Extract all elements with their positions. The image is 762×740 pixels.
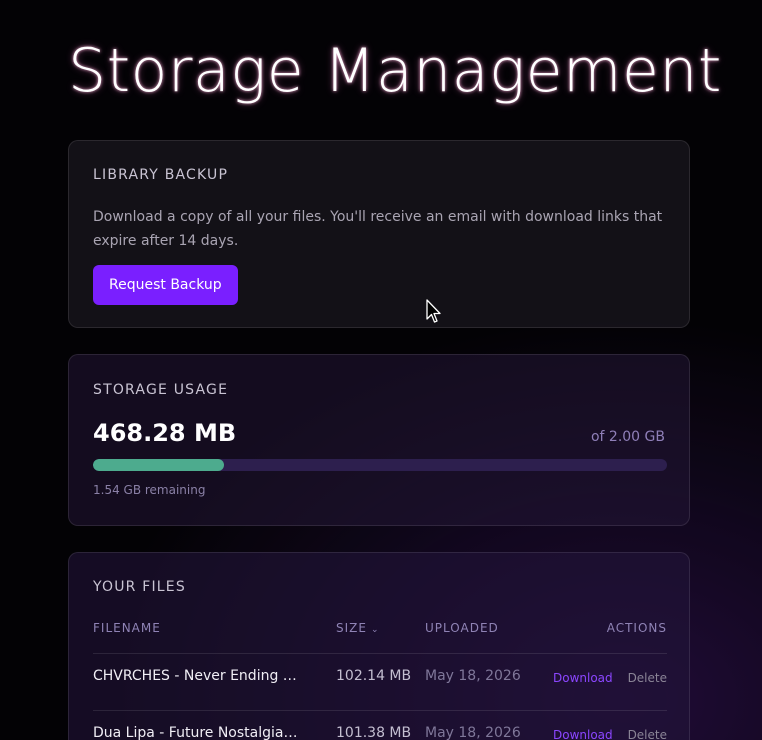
delete-link[interactable]: Delete [628,671,667,685]
file-name: Dua Lipa - Future Nostalgia.... [93,725,298,740]
storage-usage-heading: STORAGE USAGE [93,382,229,398]
table-row: CHVRCHES - Never Ending Cir... 102.14 MB… [93,654,667,711]
storage-progress-bar [93,459,667,471]
column-header-size-label: SIZE [336,621,367,635]
column-header-actions: ACTIONS [606,621,667,635]
storage-total: of 2.00 GB [590,429,665,445]
column-header-filename[interactable]: FILENAME [93,621,161,635]
column-header-size[interactable]: SIZE ⌄ [336,621,380,635]
page-title: Storage Management [68,36,722,106]
library-backup-heading: LIBRARY BACKUP [93,167,229,183]
download-link[interactable]: Download [553,728,613,740]
files-table-header: FILENAME SIZE ⌄ UPLOADED ACTIONS [93,613,667,654]
delete-link[interactable]: Delete [628,728,667,740]
library-backup-card: LIBRARY BACKUP Download a copy of all yo… [68,140,690,328]
file-size: 102.14 MB [336,668,412,684]
storage-remaining: 1.54 GB remaining [93,483,206,497]
files-table: FILENAME SIZE ⌄ UPLOADED ACTIONS CHVRCHES… [93,613,667,740]
storage-used-amount: 468.28 MB [93,419,237,447]
your-files-card: YOUR FILES FILENAME SIZE ⌄ UPLOADED ACTIO… [68,552,690,740]
storage-usage-card: STORAGE USAGE 468.28 MB of 2.00 GB 1.54 … [68,354,690,526]
download-link[interactable]: Download [553,671,613,685]
mouse-pointer-icon [426,299,441,323]
chevron-down-icon: ⌄ [370,625,380,635]
backup-description: Download a copy of all your files. You'l… [93,209,663,249]
column-header-uploaded[interactable]: UPLOADED [425,621,499,635]
file-uploaded-date: May 18, 2026 [425,668,521,684]
file-name: CHVRCHES - Never Ending Cir... [93,668,298,684]
your-files-heading: YOUR FILES [93,579,186,595]
request-backup-button[interactable]: Request Backup [93,265,238,305]
storage-progress-fill [93,459,225,471]
file-uploaded-date: May 18, 2026 [425,725,521,740]
file-size: 101.38 MB [336,725,412,740]
table-row: Dua Lipa - Future Nostalgia.... 101.38 M… [93,711,667,740]
